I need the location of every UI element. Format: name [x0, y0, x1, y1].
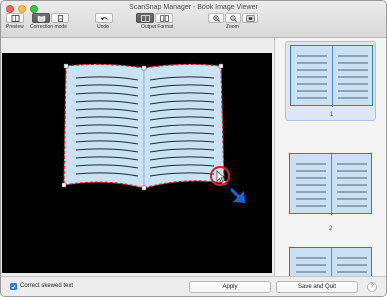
bottom-bar: Correct skewed text Apply Save and Quit … — [1, 276, 386, 296]
window-title: ScanSnap Manager - Book Image Viewer — [129, 4, 258, 11]
correct-skewed-text-checkbox[interactable] — [10, 283, 17, 290]
preview-icon — [11, 14, 19, 22]
output-spread-button[interactable] — [136, 13, 154, 23]
thumbnail-item[interactable] — [285, 244, 376, 276]
book-image-canvas[interactable] — [2, 53, 272, 273]
toolbar: ScanSnap Manager - Book Image Viewer Pre… — [1, 1, 386, 38]
thumbnail-item[interactable]: 2 — [285, 150, 376, 232]
handle-top-left — [63, 63, 69, 69]
thumbnail-item[interactable]: 1 — [285, 41, 376, 121]
thumbnail-image — [290, 45, 373, 107]
help-button[interactable]: ? — [367, 282, 377, 292]
output-format-label: Output Format — [141, 24, 174, 30]
handle-center-bottom — [141, 185, 147, 191]
undo-icon — [100, 16, 108, 20]
checkmark-icon — [11, 284, 16, 289]
zoom-out-button[interactable] — [225, 13, 241, 23]
left-page — [63, 64, 145, 189]
undo-label: Undo — [97, 24, 109, 30]
correction-mode-label: Correction mode — [30, 24, 67, 30]
thumbnail-panel: 1 2 — [274, 38, 386, 276]
undo-button[interactable] — [95, 13, 113, 23]
page-correction-icon — [57, 14, 63, 22]
zoom-in-button[interactable] — [208, 13, 224, 23]
book-spread-image — [61, 63, 245, 203]
correction-mode-book-button[interactable] — [32, 13, 50, 23]
thumbnail-image — [289, 247, 372, 276]
apply-button[interactable]: Apply — [189, 281, 271, 293]
drag-direction-arrow — [230, 188, 245, 203]
zoom-label: Zoom — [226, 24, 239, 30]
handle-bottom-left — [61, 182, 67, 188]
spread-pages-icon — [140, 14, 150, 22]
zoom-out-icon — [229, 14, 237, 22]
zoom-in-icon — [212, 14, 220, 22]
handle-center-top — [141, 65, 147, 71]
thumbnail-number: 2 — [328, 226, 333, 232]
preview-button[interactable] — [6, 13, 24, 23]
split-pages-icon — [159, 14, 169, 22]
book-correction-icon — [37, 15, 45, 22]
book-image-viewer-window: ScanSnap Manager - Book Image Viewer Pre… — [0, 0, 387, 297]
thumbnail-number: 1 — [329, 112, 334, 118]
preview-label: Preview — [6, 24, 24, 30]
save-and-quit-button[interactable]: Save and Quit — [276, 281, 358, 293]
fit-to-window-icon — [245, 14, 255, 22]
zoom-fit-button[interactable] — [242, 13, 258, 23]
output-split-button[interactable] — [155, 13, 173, 23]
correct-skewed-text-label: Correct skewed text — [20, 283, 74, 289]
thumbnail-image — [289, 153, 372, 215]
correction-mode-page-button[interactable] — [51, 13, 69, 23]
handle-top-right — [218, 63, 224, 69]
